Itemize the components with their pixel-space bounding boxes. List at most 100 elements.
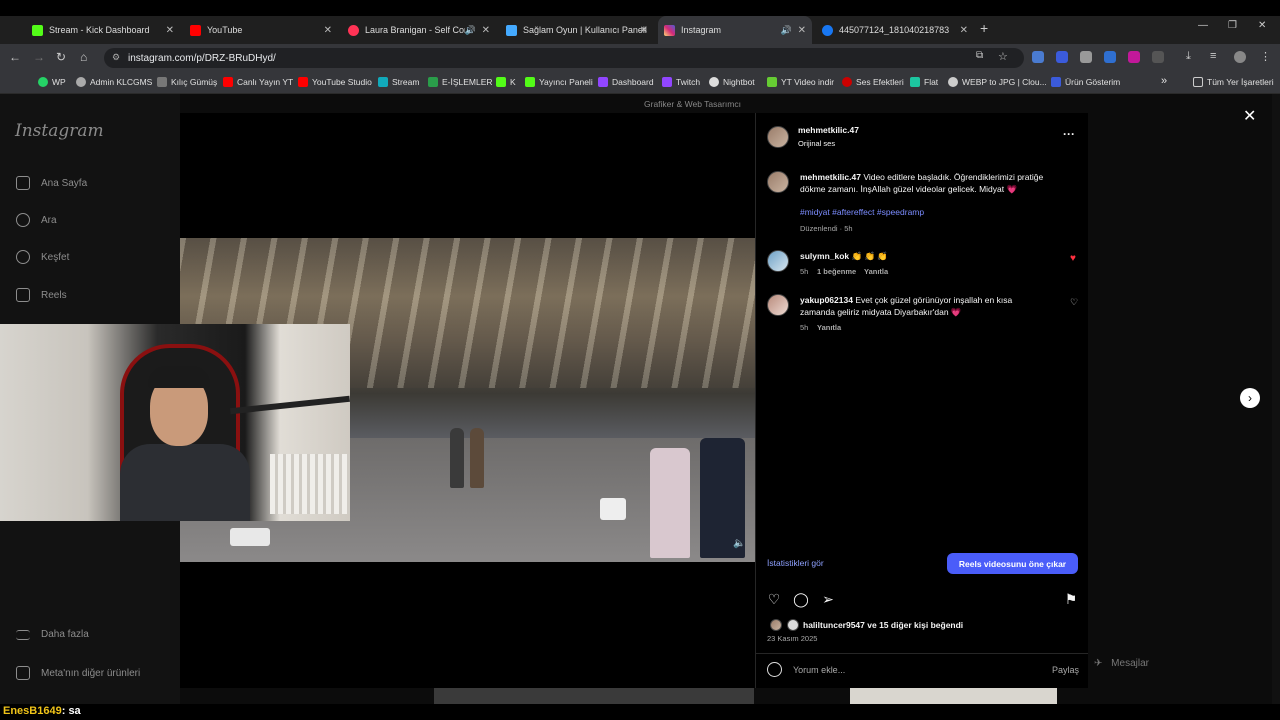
chrome-menu-icon[interactable]: ⋮: [1260, 50, 1271, 63]
bookmark-star-icon[interactable]: ☆: [998, 50, 1008, 63]
avatar[interactable]: [767, 171, 789, 193]
reply-button[interactable]: Yanıtla: [864, 267, 888, 276]
tab-label: YouTube: [207, 25, 243, 35]
minimize-button[interactable]: —: [1198, 20, 1208, 31]
close-icon[interactable]: ✕: [1243, 106, 1256, 126]
media-control-icon[interactable]: ≡: [1210, 50, 1216, 62]
forward-button[interactable]: →: [33, 50, 45, 64]
reply-button[interactable]: Yanıtla: [817, 323, 841, 332]
bookmark-item[interactable]: WP: [38, 77, 66, 87]
home-button[interactable]: ⌂: [80, 50, 87, 64]
tab-laura-branigan[interactable]: Laura Branigan - Self Contr 🔊 ✕: [342, 18, 496, 42]
bookmark-item[interactable]: Twitch: [662, 77, 700, 87]
instagram-logo[interactable]: Instagram: [15, 121, 104, 141]
tab-close-icon[interactable]: ✕: [482, 25, 490, 36]
next-post-chevron-icon[interactable]: ›: [1240, 388, 1260, 408]
avatar[interactable]: [767, 250, 789, 272]
speaker-icon[interactable]: 🔊: [465, 25, 476, 36]
liked-heart-icon[interactable]: ♥: [1070, 253, 1076, 264]
like-heart-icon[interactable]: ♡: [766, 591, 782, 607]
tab-saglam-oyun[interactable]: Sağlam Oyun | Kullanıcı Paneli ✕: [500, 18, 654, 42]
avatar[interactable]: [767, 294, 789, 316]
bookmark-item[interactable]: Flat: [910, 77, 938, 87]
emoji-icon[interactable]: [767, 662, 782, 677]
sidebar-item-more[interactable]: Daha fazla: [16, 629, 89, 640]
page-scrollbar[interactable]: [1272, 94, 1280, 704]
extensions-puzzle-icon[interactable]: [1152, 51, 1164, 63]
volume-icon[interactable]: 🔈: [733, 538, 745, 549]
more-options-icon[interactable]: ···: [1063, 128, 1075, 140]
bookmark-item[interactable]: YT Video indir: [767, 77, 834, 87]
comment-bubble-icon[interactable]: ◯: [793, 591, 809, 607]
bookmark-item[interactable]: E-İŞLEMLER: [428, 77, 493, 87]
bookmark-item[interactable]: Kılıç Gümüş: [157, 77, 217, 87]
sidebar-item-reels[interactable]: Reels: [16, 288, 67, 302]
new-tab-button[interactable]: +: [980, 20, 988, 36]
bookmark-item[interactable]: K: [496, 77, 516, 87]
extension-icon[interactable]: [1056, 51, 1068, 63]
sidebar-item-home[interactable]: Ana Sayfa: [16, 176, 87, 190]
bookmark-item[interactable]: Nightbot: [709, 77, 755, 87]
back-button[interactable]: ←: [9, 50, 21, 64]
chat-text: : sa: [61, 705, 81, 717]
post-hashtags[interactable]: #midyat #aftereffect #speedramp: [800, 207, 924, 217]
messages-button[interactable]: ✈ Mesajlar: [1094, 658, 1149, 669]
tab-youtube[interactable]: YouTube ✕: [184, 18, 338, 42]
bookmark-item[interactable]: Admin KLCGMS: [76, 77, 152, 87]
bookmark-item[interactable]: Ses Efektleri: [842, 77, 904, 87]
tab-facebook-image[interactable]: 445077124_1810402187839443 ✕: [816, 18, 974, 42]
audio-label[interactable]: Orijinal ses: [798, 138, 835, 150]
avatar[interactable]: [767, 126, 789, 148]
tab-close-icon[interactable]: ✕: [640, 25, 648, 36]
likes-summary[interactable]: haliltuncer9547 ve 15 diğer kişi beğendi: [803, 620, 963, 630]
bookmark-item[interactable]: Stream: [378, 77, 419, 87]
add-comment-input[interactable]: Yorum ekle...: [793, 665, 845, 675]
download-extension-icon[interactable]: [1104, 51, 1116, 63]
translate-extension-icon[interactable]: [1032, 51, 1044, 63]
sidebar-item-meta[interactable]: Meta'nın diğer ürünleri: [16, 666, 140, 680]
sound-effects-icon: [842, 77, 852, 87]
comment-likes-count[interactable]: 1 beğenme: [817, 267, 856, 276]
bookmark-item[interactable]: Dashboard: [598, 77, 654, 87]
site-icon: [157, 77, 167, 87]
reload-button[interactable]: ↻: [56, 50, 66, 64]
heart-outline-icon[interactable]: ♡: [1070, 297, 1078, 308]
caption-username[interactable]: mehmetkilic.47: [800, 172, 861, 182]
tab-close-icon[interactable]: ✕: [960, 25, 968, 36]
liker-username[interactable]: haliltuncer9547: [803, 620, 865, 630]
speaker-icon[interactable]: 🔊: [781, 25, 792, 36]
post-username[interactable]: mehmetkilic.47: [798, 124, 859, 136]
bookmark-item[interactable]: Canlı Yayın YT: [223, 77, 293, 87]
bookmark-item[interactable]: Ürün Gösterim: [1051, 77, 1120, 87]
sidebar-item-explore[interactable]: Keşfet: [16, 250, 69, 264]
close-window-button[interactable]: ✕: [1258, 20, 1266, 31]
share-send-icon[interactable]: ➢: [820, 591, 836, 607]
view-insights-link[interactable]: İstatistikleri gör: [767, 558, 824, 568]
all-bookmarks-folder[interactable]: Tüm Yer İşaretleri: [1193, 77, 1274, 87]
downloads-icon[interactable]: ⤓: [1186, 50, 1191, 63]
tab-close-icon[interactable]: ✕: [166, 25, 174, 36]
url-bar[interactable]: ⚙ instagram.com/p/DRZ-BRuDHyd/: [104, 48, 1024, 68]
extension-icon[interactable]: [1128, 51, 1140, 63]
maximize-button[interactable]: ❐: [1228, 20, 1237, 31]
install-app-icon[interactable]: ⧉: [976, 50, 983, 61]
camera-extension-icon[interactable]: [1080, 51, 1092, 63]
bookmark-item[interactable]: WEBP to JPG | Clou...: [948, 77, 1047, 87]
post-comment-button[interactable]: Paylaş: [1052, 665, 1079, 675]
tab-instagram[interactable]: Instagram 🔊 ✕: [658, 16, 812, 44]
radiator-image: [270, 454, 350, 514]
bookmark-item[interactable]: Yayıncı Paneli: [525, 77, 593, 87]
bookmark-item[interactable]: YouTube Studio: [298, 77, 372, 87]
more-bookmarks-chevron-icon[interactable]: »: [1161, 75, 1167, 87]
tab-kick-dashboard[interactable]: Stream - Kick Dashboard ✕: [26, 18, 180, 42]
site-info-icon[interactable]: ⚙: [112, 52, 120, 63]
comment-username[interactable]: yakup062134: [800, 295, 853, 305]
boost-reel-button[interactable]: Reels videosunu öne çıkar: [947, 553, 1078, 574]
save-bookmark-icon[interactable]: ⚑: [1063, 591, 1079, 607]
likes-rest[interactable]: ve 15 diğer kişi beğendi: [867, 620, 963, 630]
tab-close-icon[interactable]: ✕: [324, 25, 332, 36]
tab-close-icon[interactable]: ✕: [798, 25, 806, 36]
comment-username[interactable]: sulymn_kok: [800, 251, 849, 261]
profile-avatar[interactable]: [1234, 51, 1246, 63]
sidebar-item-search[interactable]: Ara: [16, 213, 57, 227]
